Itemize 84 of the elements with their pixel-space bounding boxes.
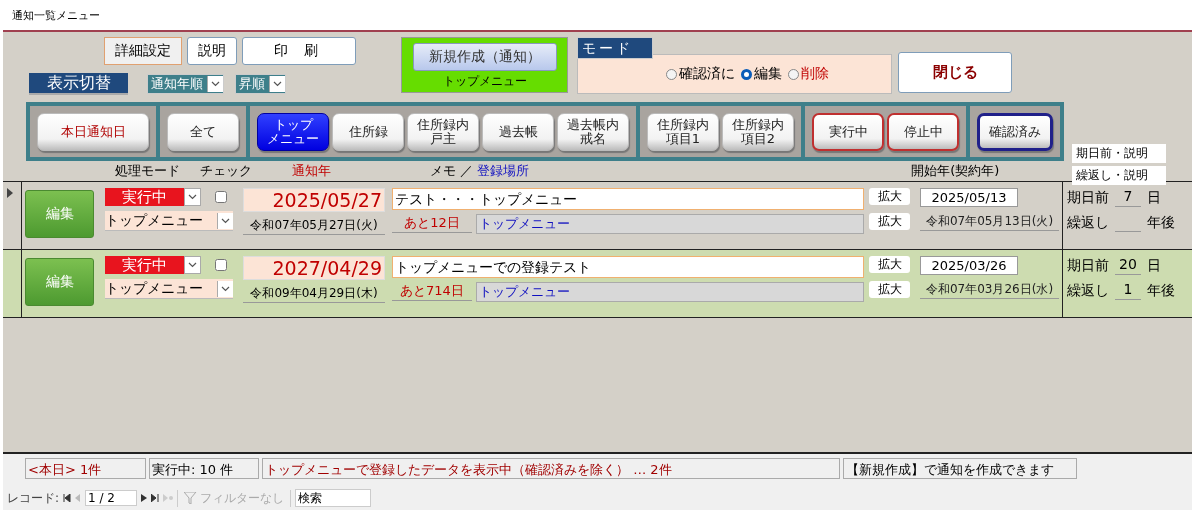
era-date-text: 令和07年05月27日(火)	[243, 216, 385, 235]
filter-button[interactable]: 停止中	[887, 112, 959, 151]
zoom-button[interactable]: 拡大	[869, 213, 910, 230]
column-header: 処理モード	[115, 162, 180, 180]
memo-field[interactable]: トップメニューでの登録テスト	[392, 256, 864, 278]
caret-icon	[221, 285, 230, 292]
start-date-field[interactable]: 2025/03/26	[920, 256, 1018, 275]
column-header: 開始年(契約年)	[911, 162, 1000, 180]
status-text: <本日> 1件	[25, 458, 146, 479]
mode-title: モード	[577, 37, 653, 59]
column-header: メモ ／	[430, 162, 474, 180]
toolbar-button[interactable]: 詳細設定	[104, 37, 182, 65]
status-text: トップメニューで登録したデータを表示中（確認済みを除く） … 2件	[262, 458, 840, 479]
checkbox[interactable]	[215, 259, 227, 271]
status-text: 実行中: 10 件	[149, 458, 259, 479]
checkbox[interactable]	[215, 191, 227, 203]
caret-icon	[273, 81, 282, 87]
panel-caption: トップメニュー	[442, 73, 527, 90]
toolbar-button[interactable]: 印 刷	[242, 37, 356, 65]
filter-icon	[184, 492, 199, 504]
filter-button[interactable]: トップ メニュー	[257, 112, 329, 151]
status-text: 【新規作成】で通知を作成できます	[843, 458, 1077, 479]
days-before-field[interactable]: 20	[1115, 256, 1141, 275]
first-record-icon[interactable]	[63, 494, 72, 502]
filter-button[interactable]: 全て	[167, 112, 239, 151]
window-title: 通知一覧メニュー	[12, 7, 100, 23]
filter-button[interactable]: 過去帳	[482, 112, 554, 151]
caret-icon	[188, 262, 197, 268]
days-before-field[interactable]: 7	[1115, 188, 1141, 207]
column-header: 登録場所	[477, 162, 530, 180]
remaining-days-text: あと714日	[392, 282, 472, 301]
unit-label: 年後	[1147, 281, 1175, 300]
filter-button[interactable]: 確認済み	[977, 112, 1053, 151]
toolbar-button[interactable]: 説明	[187, 37, 237, 65]
unit-label: 日	[1147, 256, 1161, 275]
column-header: 通知年	[292, 162, 331, 180]
filter-button[interactable]: 住所録内 項目1	[647, 112, 719, 151]
radio-button[interactable]: 削除	[788, 65, 829, 83]
filter-button[interactable]: 住所録内 戸主	[407, 112, 479, 151]
navigator-label: レコード:	[7, 489, 60, 507]
memo-field[interactable]: テスト・・・トップメニュー	[392, 188, 864, 210]
view-label: 表示切替	[29, 73, 128, 95]
unit-label: 日	[1147, 188, 1161, 207]
category-dropdown[interactable]: トップメニュー	[105, 279, 233, 299]
caret-icon	[211, 81, 220, 87]
remaining-days-text: あと12日	[392, 214, 472, 233]
filter-button[interactable]: 実行中	[812, 112, 884, 151]
notify-date-field[interactable]: 2027/04/29	[243, 256, 385, 280]
sort-field-dropdown[interactable]: 通知年順	[147, 74, 224, 94]
location-field[interactable]: トップメニュー	[476, 282, 864, 302]
sort-order-dropdown[interactable]: 昇順	[235, 74, 286, 94]
category-dropdown[interactable]: トップメニュー	[105, 211, 233, 231]
notify-date-field[interactable]: 2025/05/27	[243, 188, 385, 212]
last-record-icon[interactable]	[151, 494, 160, 502]
field-label: 繰返し	[1067, 213, 1109, 232]
help-button[interactable]: 繰返し・説明	[1072, 166, 1166, 185]
era-date-text: 令和07年05月13日(火)	[920, 213, 1059, 231]
radio-button[interactable]: 確認済に	[666, 65, 735, 83]
era-date-text: 令和07年03月26日(水)	[920, 281, 1059, 299]
close-button[interactable]: 閉じる	[898, 52, 1012, 93]
filter-button[interactable]: 過去帳内 戒名	[557, 112, 629, 151]
repeat-field[interactable]: 1	[1115, 281, 1141, 300]
column-header: チェック	[200, 162, 252, 180]
search-field[interactable]: 検索	[295, 489, 372, 507]
filter-button[interactable]: 本日通知日	[37, 112, 149, 151]
field-label: 繰返し	[1067, 281, 1109, 300]
help-button[interactable]: 期日前・説明	[1072, 144, 1166, 163]
new-button[interactable]: 新規作成（通知）	[412, 43, 557, 71]
zoom-button[interactable]: 拡大	[869, 256, 910, 273]
caret-icon	[221, 217, 230, 224]
start-date-field[interactable]: 2025/05/13	[920, 188, 1018, 207]
zoom-button[interactable]: 拡大	[869, 281, 910, 298]
era-date-text: 令和09年04月29日(木)	[243, 284, 385, 303]
record-position-field[interactable]: 1 / 2	[85, 490, 138, 506]
caret-icon	[188, 194, 197, 200]
location-field[interactable]: トップメニュー	[476, 214, 864, 234]
field-label: 期日前	[1067, 256, 1109, 275]
field-label: 期日前	[1067, 188, 1109, 207]
radio-button[interactable]: 編集	[741, 65, 782, 83]
filter-button[interactable]: 住所録	[332, 112, 404, 151]
next-record-icon[interactable]	[141, 494, 148, 502]
filter-button[interactable]: 住所録内 項目2	[722, 112, 794, 151]
zoom-button[interactable]: 拡大	[869, 188, 910, 205]
unit-label: 年後	[1147, 213, 1175, 232]
